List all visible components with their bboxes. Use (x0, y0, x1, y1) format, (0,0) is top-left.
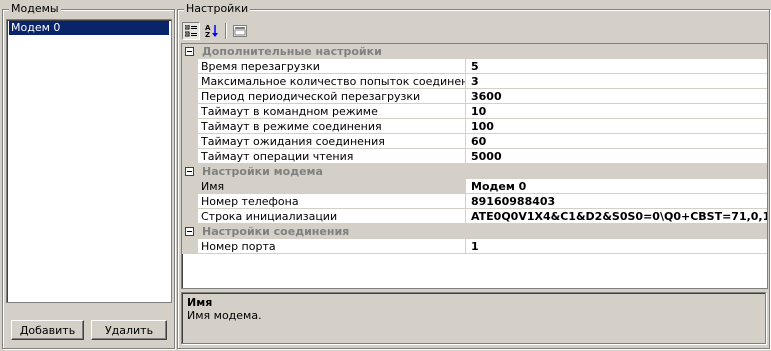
property-value[interactable]: 3600 (467, 89, 767, 104)
property-name: Время перезагрузки (198, 59, 466, 74)
property-value[interactable]: ATE0Q0V1X4&C1&D2&S0S0=0\Q0+CBST=71,0,1 (467, 209, 767, 224)
property-name: Номер порта (198, 239, 466, 254)
category-header[interactable]: Настройки модема (182, 164, 767, 179)
property-name: Таймаут в командном режиме (198, 104, 466, 119)
property-name: Таймаут операции чтения (198, 149, 466, 164)
property-pages-icon (233, 25, 247, 37)
property-value[interactable]: 100 (467, 119, 767, 134)
add-button[interactable]: Добавить (11, 320, 84, 340)
property-value[interactable]: 1 (467, 239, 767, 254)
list-item[interactable]: Модем 0 (9, 21, 169, 35)
settings-group-title: Настройки (184, 2, 251, 16)
collapse-icon[interactable] (185, 167, 194, 176)
categorized-sort-icon (185, 25, 197, 37)
settings-group: Настройки A Z Дополнительные настройки В… (177, 2, 770, 349)
property-row[interactable]: Номер порта 1 (182, 239, 767, 254)
category-title: Дополнительные настройки (202, 45, 382, 58)
property-row[interactable]: Строка инициализации ATE0Q0V1X4&C1&D2&S0… (182, 209, 767, 224)
property-name: Имя (198, 179, 466, 194)
property-row[interactable]: Время перезагрузки 5 (182, 59, 767, 74)
property-row-selected[interactable]: Имя Модем 0 (182, 179, 767, 194)
property-name: Таймаут ожидания соединения (198, 134, 466, 149)
property-value[interactable]: 89160988403 (467, 194, 767, 209)
property-name: Строка инициализации (198, 209, 466, 224)
alphabetical-sort-icon: A Z (205, 24, 218, 38)
category-header[interactable]: Настройки соединения (182, 224, 767, 239)
property-row[interactable]: Максимальное количество попыток соединен… (182, 74, 767, 89)
category-title: Настройки соединения (202, 225, 350, 238)
collapse-icon[interactable] (185, 47, 194, 56)
svg-text:Z: Z (205, 31, 210, 38)
description-title: Имя (187, 296, 213, 309)
property-row[interactable]: Таймаут в режиме соединения 100 (182, 119, 767, 134)
alphabetical-sort-button[interactable]: A Z (203, 22, 221, 40)
categorized-sort-button[interactable] (182, 22, 200, 40)
property-name: Таймаут в режиме соединения (198, 119, 466, 134)
property-grid[interactable]: Дополнительные настройки Время перезагру… (181, 43, 768, 289)
delete-button[interactable]: Удалить (91, 320, 167, 340)
modems-group: Модемы Модем 0 Добавить Удалить (2, 2, 175, 349)
property-row[interactable]: Период периодической перезагрузки 3600 (182, 89, 767, 104)
property-value[interactable]: 5000 (467, 149, 767, 164)
modems-group-title: Модемы (9, 2, 61, 16)
property-grid-toolbar: A Z (181, 21, 766, 41)
toolbar-separator (225, 23, 227, 39)
property-row[interactable]: Таймаут в командном режиме 10 (182, 104, 767, 119)
property-name: Период периодической перезагрузки (198, 89, 466, 104)
collapse-icon[interactable] (185, 227, 194, 236)
property-name: Номер телефона (198, 194, 466, 209)
property-row[interactable]: Таймаут операции чтения 5000 (182, 149, 767, 164)
property-value[interactable]: 5 (467, 59, 767, 74)
property-value[interactable]: Модем 0 (467, 179, 767, 194)
property-value[interactable]: 60 (467, 134, 767, 149)
property-row[interactable]: Номер телефона 89160988403 (182, 194, 767, 209)
modems-list[interactable]: Модем 0 (6, 19, 172, 303)
category-header[interactable]: Дополнительные настройки (182, 44, 767, 59)
property-value[interactable]: 10 (467, 104, 767, 119)
category-title: Настройки модема (202, 165, 323, 178)
description-panel: Имя Имя модема. (181, 292, 766, 344)
property-value[interactable]: 3 (467, 74, 767, 89)
property-row[interactable]: Таймаут ожидания соединения 60 (182, 134, 767, 149)
property-name: Максимальное количество попыток соединен… (198, 74, 466, 89)
property-pages-button[interactable] (231, 22, 249, 40)
description-text: Имя модема. (187, 309, 262, 322)
